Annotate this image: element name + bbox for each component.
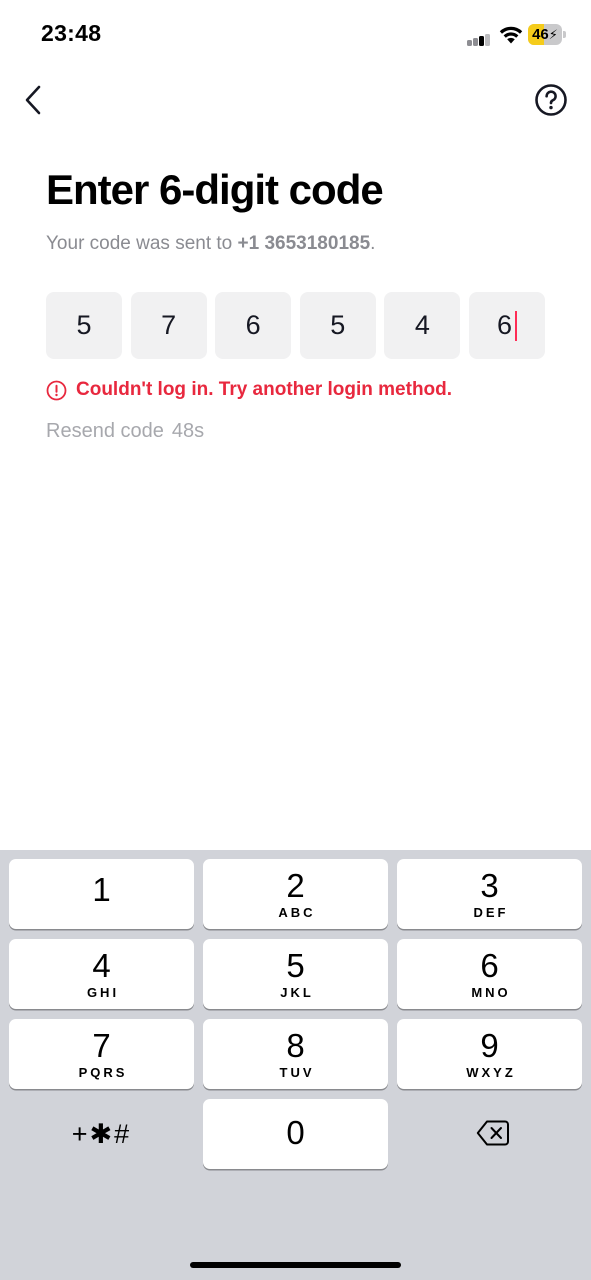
key-4[interactable]: 4 GHI	[9, 939, 194, 1009]
code-digit-box[interactable]: 7	[130, 292, 207, 359]
error-message: Couldn't log in. Try another login metho…	[46, 379, 452, 401]
code-digit-box[interactable]: 4	[384, 292, 461, 359]
code-sent-prefix: Your code was sent to	[46, 233, 238, 254]
code-digit-box-active[interactable]: 6	[468, 292, 545, 359]
code-input-row[interactable]: 5 7 6 5 4 6	[46, 292, 545, 359]
status-time: 23:48	[41, 20, 102, 46]
key-6[interactable]: 6 MNO	[397, 939, 582, 1009]
battery-charging-icon: 46⚡	[528, 24, 566, 45]
backspace-key[interactable]	[397, 1099, 582, 1169]
key-8[interactable]: 8 TUV	[203, 1019, 388, 1089]
symbols-label: +✱#	[71, 1119, 132, 1149]
code-digit-box[interactable]: 5	[299, 292, 376, 359]
back-button[interactable]	[18, 82, 52, 118]
help-button[interactable]	[533, 82, 569, 118]
symbols-key[interactable]: +✱#	[9, 1099, 194, 1169]
numeric-keypad: 1 2 ABC 3 DEF 4 GHI 5 JKL 6 MNO 7 PQRS 8 TUV 9W…	[0, 850, 591, 1280]
verification-code-screen: 23:48 46⚡ Enter 6-digit code Your code w…	[0, 0, 591, 1280]
page-title: Enter 6-digit code	[46, 166, 384, 213]
home-indicator[interactable]	[190, 1262, 401, 1268]
resend-code-link[interactable]: Resend code 48s	[46, 420, 204, 443]
code-digit-box[interactable]: 5	[46, 292, 122, 359]
key-7[interactable]: 7 PQRS	[9, 1019, 194, 1089]
status-bar: 23:48 46⚡	[0, 0, 591, 70]
error-text: Couldn't log in. Try another login metho…	[76, 379, 453, 400]
text-caret	[514, 310, 517, 341]
key-5[interactable]: 5 JKL	[203, 939, 388, 1009]
code-sent-message: Your code was sent to +1 3653180185.	[46, 233, 375, 255]
battery-percent-label: 46⚡	[532, 26, 558, 43]
key-0[interactable]: 0	[203, 1099, 388, 1169]
resend-label: Resend code	[46, 420, 164, 442]
key-3[interactable]: 3 DEF	[397, 859, 582, 929]
question-circle-icon	[535, 84, 567, 116]
key-1[interactable]: 1	[9, 859, 194, 929]
cellular-signal-icon	[467, 34, 491, 46]
backspace-icon	[476, 1120, 509, 1146]
wifi-icon	[499, 26, 523, 44]
chevron-left-icon	[25, 85, 41, 115]
info-circle-icon	[46, 380, 67, 400]
resend-countdown: 48s	[171, 420, 205, 442]
key-2[interactable]: 2 ABC	[203, 859, 388, 929]
code-sent-suffix: .	[370, 233, 376, 254]
key-9[interactable]: 9 WXYZ	[397, 1019, 582, 1089]
phone-number: +1 3653180185	[237, 233, 371, 254]
code-digit-box[interactable]: 6	[215, 292, 292, 359]
